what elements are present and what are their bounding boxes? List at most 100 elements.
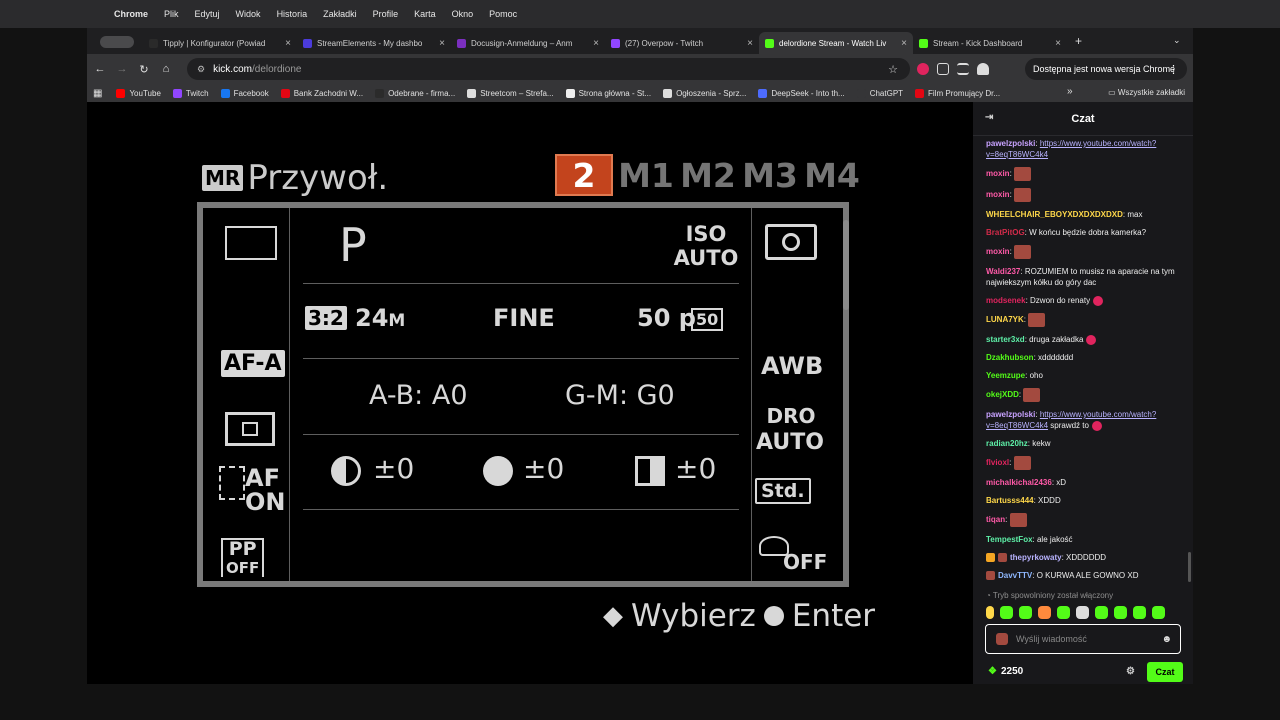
site-info-icon[interactable]: ⚙	[197, 64, 205, 75]
cloud-icon[interactable]	[977, 63, 989, 75]
more-menu-icon[interactable]: ⋮	[1168, 63, 1179, 76]
row-divider-3	[303, 434, 739, 435]
emote-4-icon[interactable]	[1038, 606, 1051, 619]
menu-bookmarks[interactable]: Zakładki	[323, 9, 357, 19]
chat-username[interactable]: BratPitOG	[986, 228, 1025, 237]
chat-username[interactable]: moxin	[986, 247, 1010, 256]
chat-username[interactable]: pawelzpolski	[986, 410, 1035, 419]
chat-username[interactable]: Bartusss444	[986, 496, 1034, 505]
chat-username[interactable]: starter3xd	[986, 335, 1025, 344]
chat-username[interactable]: tiqan	[986, 515, 1005, 524]
apps-grid-icon[interactable]: ▦	[93, 88, 102, 99]
chat-username[interactable]: DavvTTV	[998, 571, 1032, 580]
bookmark-item[interactable]: Strona główna - St...	[565, 88, 651, 98]
update-chrome-button[interactable]: Dostępna jest nowa wersja Chrome ⋮	[1025, 58, 1187, 80]
tab-close-icon[interactable]: ×	[285, 38, 291, 49]
tab-close-icon[interactable]: ×	[901, 38, 907, 49]
focus-mode-badge: AF-A	[221, 350, 285, 377]
tab-0[interactable]: Tipply | Konfigurator (Powiad ×	[143, 32, 297, 54]
collapse-chat-icon[interactable]: ⇥	[985, 112, 993, 123]
menu-window[interactable]: Okno	[452, 9, 474, 19]
menu-history[interactable]: Historia	[277, 9, 308, 19]
menu-file[interactable]: Plik	[164, 9, 179, 19]
bookmark-item[interactable]: ChatGPT	[856, 88, 903, 98]
tab-close-icon[interactable]: ×	[1055, 38, 1061, 49]
tab-2[interactable]: Docusign-Anmeldung – Anm ×	[451, 32, 605, 54]
bookmark-item[interactable]: Odebrane - firma...	[375, 88, 455, 98]
chat-username[interactable]: Waldi237	[986, 267, 1020, 276]
media-controls-icon[interactable]	[957, 63, 969, 75]
emoji-picker-icon[interactable]: ☻	[1161, 634, 1172, 645]
chat-message: modsenek: Dzwon do renaty	[986, 295, 1185, 306]
bookmark-star-icon[interactable]: ☆	[888, 63, 898, 76]
chat-username[interactable]: modsenek	[986, 296, 1026, 305]
emote-2-icon[interactable]	[1000, 606, 1013, 619]
extensions-puzzle-icon[interactable]	[937, 63, 949, 75]
chat-scrollbar[interactable]	[1188, 552, 1191, 582]
menu-profiles[interactable]: Profile	[373, 9, 399, 19]
emote-9-icon[interactable]	[1133, 606, 1146, 619]
app-menu[interactable]: Chrome	[114, 9, 148, 19]
tab-close-icon[interactable]: ×	[439, 38, 445, 49]
tab-3[interactable]: (27) Overpow - Twitch ×	[605, 32, 759, 54]
bookmark-item[interactable]: Ogłoszenia - Sprz...	[663, 88, 746, 98]
menu-help[interactable]: Pomoc	[489, 9, 517, 19]
chat-message: moxin:	[986, 188, 1185, 202]
chat-username[interactable]: WHEELCHAIR_EBOYXDXDXDXDXD	[986, 210, 1123, 219]
tab-4[interactable]: delordione Stream - Watch Liv ×	[759, 32, 913, 54]
emote-1-icon[interactable]	[986, 606, 994, 619]
bookmarks-overflow-icon[interactable]: »	[1067, 86, 1073, 97]
chat-username[interactable]: okejXDD	[986, 390, 1019, 399]
tab-1[interactable]: StreamElements - My dashbo ×	[297, 32, 451, 54]
home-icon[interactable]: ⌂	[155, 63, 177, 75]
emote-5-icon[interactable]	[1057, 606, 1070, 619]
menu-edit[interactable]: Edytuj	[195, 9, 220, 19]
reload-icon[interactable]: ↻	[133, 63, 155, 76]
bookmark-item[interactable]: Bank Zachodni W...	[280, 88, 363, 98]
tab-search-icon[interactable]: ⌄	[1173, 35, 1181, 46]
menu-view[interactable]: Widok	[236, 9, 261, 19]
channel-points[interactable]: 2250	[1001, 666, 1023, 677]
chat-username[interactable]: Dzakhubson	[986, 353, 1034, 362]
bookmark-item[interactable]: Facebook	[220, 88, 269, 98]
chat-username[interactable]: michalkichal2436	[986, 478, 1052, 487]
extension-red-icon[interactable]	[917, 63, 929, 75]
chat-username[interactable]: TempestFox	[986, 535, 1033, 544]
all-bookmarks-folder[interactable]: ▭ Wszystkie zakładki	[1108, 88, 1185, 97]
chat-username[interactable]: moxin	[986, 190, 1010, 199]
send-chat-button[interactable]: Czat	[1147, 662, 1183, 682]
image-size-unit: M	[388, 311, 406, 331]
forward-icon[interactable]: →	[111, 63, 133, 75]
tab-group-pill[interactable]	[100, 36, 134, 48]
back-icon[interactable]: ←	[89, 63, 111, 75]
video-player[interactable]: MR Przywoł. 2 M1 M2 M3 M4 P ISO AUTO 3:2…	[87, 102, 973, 684]
chat-username[interactable]: thepyrkowaty	[1010, 553, 1062, 562]
chat-username[interactable]: pawelzpolski	[986, 139, 1035, 148]
emote-10-icon[interactable]	[1152, 606, 1165, 619]
tab-5[interactable]: Stream - Kick Dashboard ×	[913, 32, 1067, 54]
tab-favicon-icon	[765, 38, 774, 48]
chat-message-input[interactable]	[1016, 634, 1156, 644]
bookmark-item[interactable]: Twitch	[172, 88, 209, 98]
emote-6-icon[interactable]	[1076, 606, 1089, 619]
emote-7-icon[interactable]	[1095, 606, 1108, 619]
emote-3-icon[interactable]	[1019, 606, 1032, 619]
bookmark-item[interactable]: DeepSeek - Into th...	[758, 88, 845, 98]
bookmark-item[interactable]: Streetcom – Strefa...	[467, 88, 554, 98]
address-bar[interactable]: ⚙ kick.com/delordione ☆	[187, 58, 910, 80]
chat-settings-icon[interactable]: ⚙	[1126, 666, 1135, 677]
tab-close-icon[interactable]: ×	[747, 38, 753, 49]
chat-input-box[interactable]: ☻	[985, 624, 1181, 654]
bookmark-item[interactable]: Film Promujący Dr...	[915, 88, 1000, 98]
tab-close-icon[interactable]: ×	[593, 38, 599, 49]
chat-username[interactable]: flvioxl	[986, 458, 1009, 467]
chat-username[interactable]: moxin	[986, 169, 1010, 178]
menu-tab[interactable]: Karta	[414, 9, 436, 19]
chat-username[interactable]: Yeemzupe	[986, 371, 1025, 380]
bookmark-item[interactable]: YouTube	[116, 88, 161, 98]
emote-8-icon[interactable]	[1114, 606, 1127, 619]
chat-username[interactable]: radian20hz	[986, 439, 1028, 448]
chat-username[interactable]: LUNA7YK	[986, 315, 1024, 324]
new-tab-icon[interactable]: +	[1075, 34, 1082, 48]
exposure-mode: P	[339, 218, 367, 272]
